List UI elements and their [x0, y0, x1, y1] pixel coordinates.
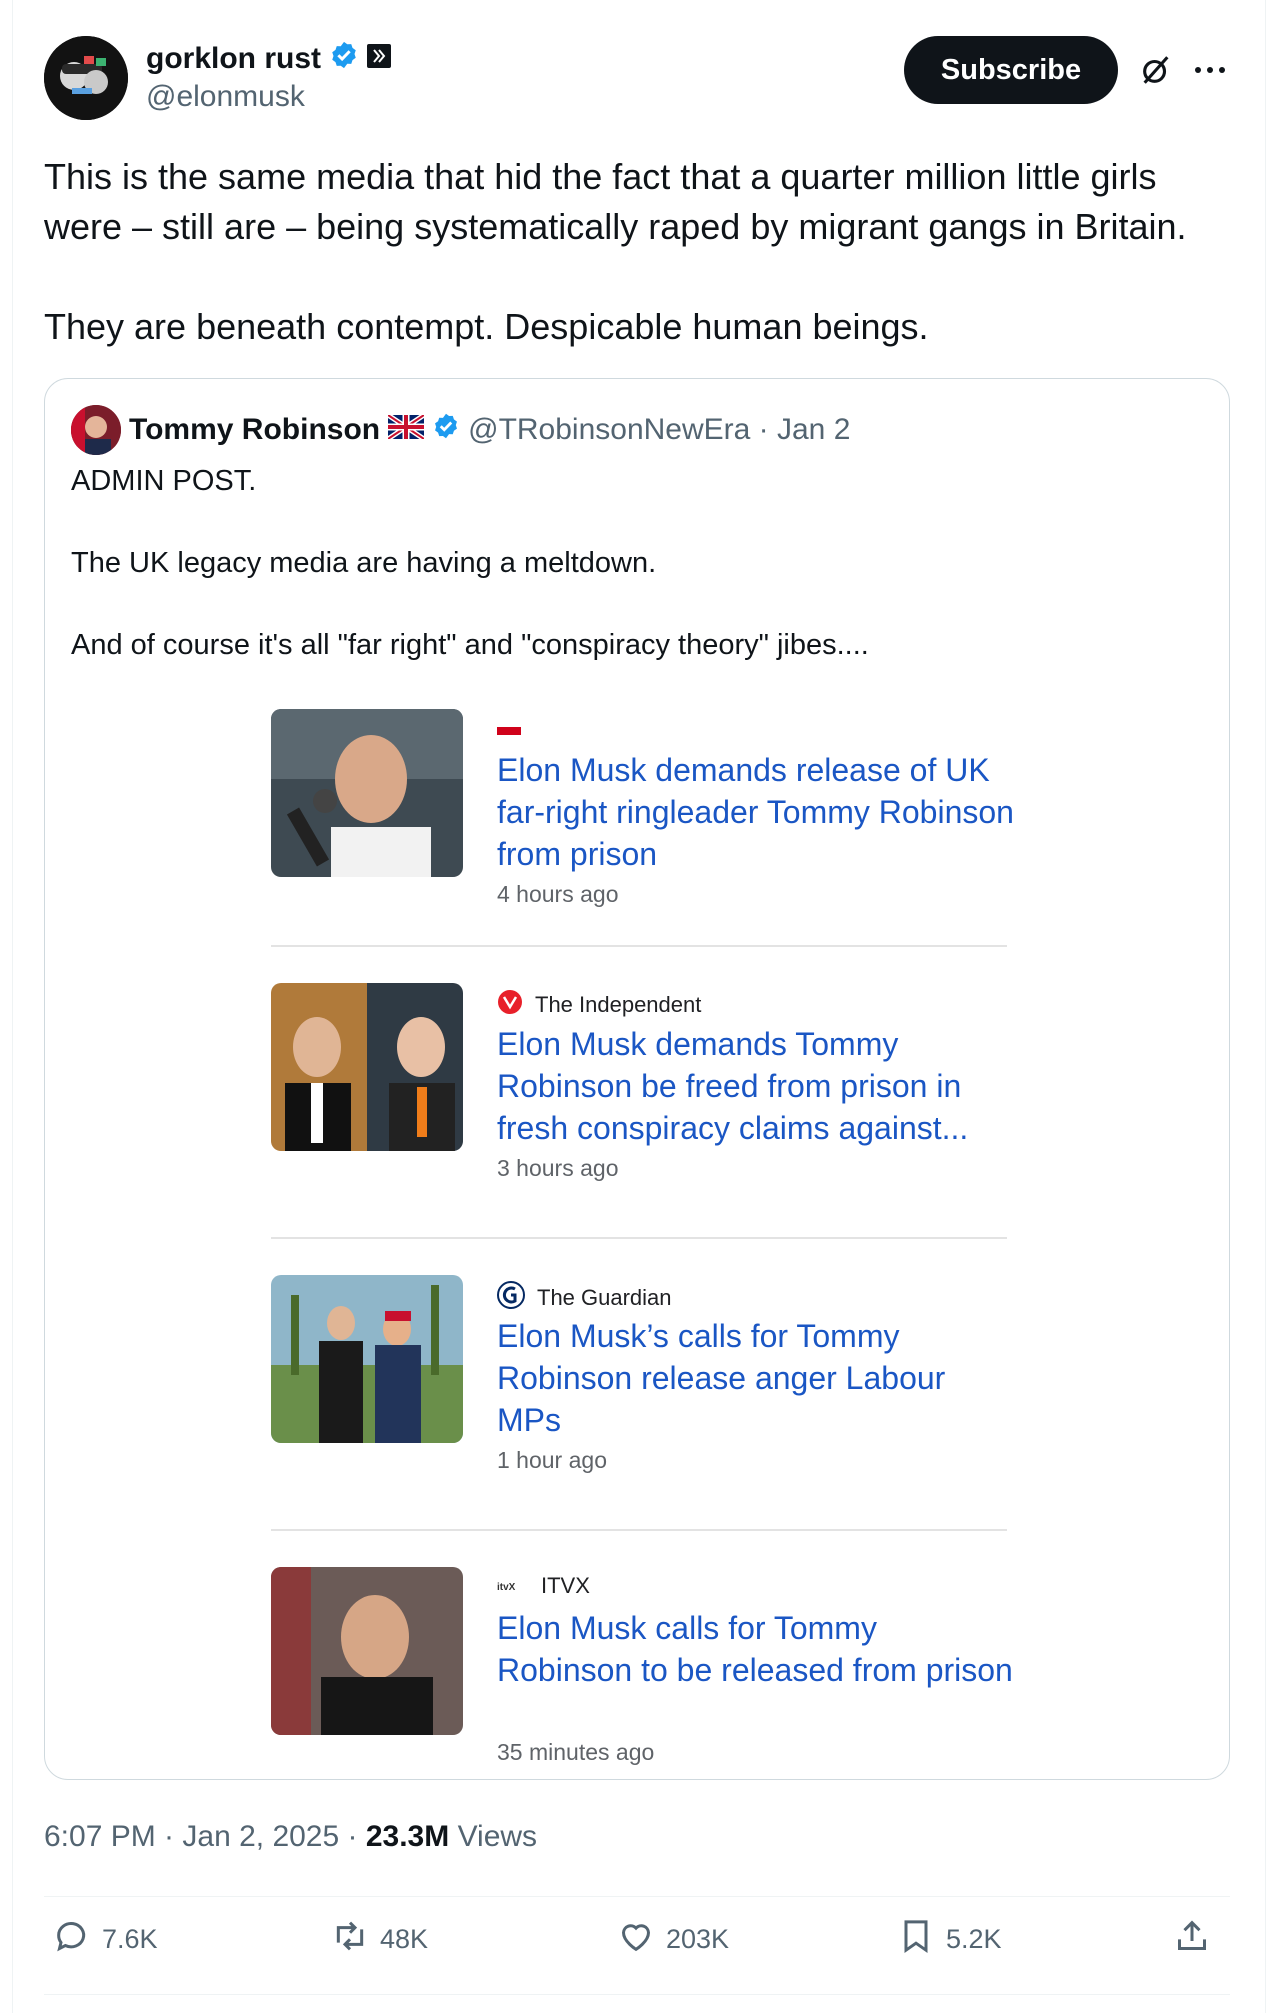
author-handle[interactable]: @elonmusk — [146, 80, 305, 114]
news-source: itvX ITVX — [497, 1573, 590, 1599]
news-item[interactable]: Elon Musk demands release of UK far-righ… — [271, 709, 1014, 989]
news-time: 4 hours ago — [497, 881, 619, 907]
news-source-name: The Guardian — [537, 1285, 672, 1310]
quoted-author-avatar[interactable] — [71, 405, 121, 455]
verified-badge-icon — [329, 40, 359, 78]
quoted-author-handle-date[interactable]: @TRobinsonNewEra · Jan 2 — [468, 413, 850, 447]
heart-icon — [616, 1916, 656, 1963]
news-divider — [271, 1237, 1007, 1239]
news-item[interactable]: The Independent Elon Musk demands Tommy … — [271, 983, 1007, 1263]
quoted-line: ADMIN POST. — [71, 465, 257, 497]
author-avatar[interactable] — [44, 36, 128, 120]
action-bar: 7.6K 48K 203K 5.2K — [44, 1916, 1230, 1976]
news-thumbnail — [271, 1275, 463, 1443]
tweet-paragraph: They are beneath contempt. Despicable hu… — [44, 306, 929, 347]
tweet-text: This is the same media that hid the fact… — [44, 152, 1224, 402]
share-icon — [1172, 1916, 1212, 1963]
reply-icon — [52, 1916, 92, 1963]
grok-icon[interactable] — [1132, 46, 1180, 94]
bookmark-button[interactable]: 5.2K — [896, 1916, 1002, 1963]
more-options-icon[interactable] — [1186, 46, 1234, 94]
divider — [44, 1994, 1230, 1995]
news-thumbnail — [271, 1567, 463, 1735]
affiliate-badge-icon[interactable] — [367, 42, 392, 76]
news-item[interactable]: The Guardian Elon Musk’s calls for Tommy… — [271, 1275, 1007, 1555]
independent-logo-icon — [497, 989, 523, 1021]
news-divider — [271, 945, 1007, 947]
news-divider — [271, 1529, 1007, 1531]
news-source-name: ITVX — [541, 1573, 590, 1598]
svg-text:itvX: itvX — [497, 1582, 516, 1593]
news-thumbnail — [271, 709, 463, 877]
news-source-name: The Independent — [535, 992, 702, 1017]
news-headline[interactable]: Elon Musk demands Tommy Robinson be free… — [497, 1023, 1017, 1149]
repost-button[interactable]: 48K — [330, 1916, 428, 1963]
post-header: gorklon rust @elonmusk Subscribe — [44, 36, 1234, 126]
bookmark-count: 5.2K — [946, 1924, 1002, 1954]
quoted-post-header: Tommy Robinson @TRobinsonNewEra · Jan 2 — [71, 405, 850, 455]
verified-badge-icon — [432, 412, 460, 448]
news-time: 1 hour ago — [497, 1447, 607, 1473]
quoted-line: The UK legacy media are having a meltdow… — [71, 547, 657, 579]
news-headline[interactable]: Elon Musk demands release of UK far-righ… — [497, 749, 1017, 875]
tweet-paragraph: This is the same media that hid the fact… — [44, 156, 1187, 247]
view-count: 23.3M — [365, 1820, 450, 1853]
author-name[interactable]: gorklon rust — [146, 42, 321, 76]
subscribe-button[interactable]: Subscribe — [904, 36, 1118, 104]
uk-flag-icon — [386, 412, 426, 447]
guardian-logo-icon — [497, 1281, 525, 1315]
news-headline[interactable]: Elon Musk calls for Tommy Robinson to be… — [497, 1607, 1017, 1691]
quoted-line: And of course it's all "far right" and "… — [71, 629, 869, 661]
post-meta: 6:07 PM · Jan 2, 2025 · 23.3M Views — [44, 1820, 537, 1854]
like-count: 203K — [666, 1924, 730, 1954]
share-button[interactable] — [1172, 1916, 1212, 1963]
news-item[interactable]: itvX ITVX Elon Musk calls for Tommy Robi… — [271, 1567, 1013, 1779]
like-button[interactable]: 203K — [616, 1916, 729, 1963]
divider — [44, 1896, 1230, 1897]
reply-count: 7.6K — [102, 1924, 158, 1954]
news-thumbnail — [271, 983, 463, 1151]
repost-icon — [330, 1916, 370, 1963]
news-time: 35 minutes ago — [497, 1739, 655, 1765]
itvx-logo-icon: itvX — [497, 1573, 529, 1599]
news-headline[interactable]: Elon Musk’s calls for Tommy Robinson rel… — [497, 1315, 1017, 1441]
reply-button[interactable]: 7.6K — [52, 1916, 158, 1963]
quoted-author-name[interactable]: Tommy Robinson — [129, 413, 380, 447]
news-source — [497, 715, 533, 741]
author-name-row: gorklon rust — [146, 40, 392, 78]
quoted-post[interactable]: Tommy Robinson @TRobinsonNewEra · Jan 2 … — [44, 378, 1230, 1780]
post-timestamp[interactable]: 6:07 PM · Jan 2, 2025 · — [44, 1820, 366, 1853]
news-time: 3 hours ago — [497, 1155, 619, 1181]
quoted-post-text: ADMIN POST. The UK legacy media are havi… — [71, 461, 1201, 707]
news-source: The Independent — [497, 989, 701, 1021]
views-label: Views — [449, 1820, 538, 1853]
bookmark-icon — [896, 1916, 936, 1963]
repost-count: 48K — [380, 1924, 429, 1954]
news-source-icon — [497, 715, 521, 741]
news-source: The Guardian — [497, 1281, 672, 1315]
